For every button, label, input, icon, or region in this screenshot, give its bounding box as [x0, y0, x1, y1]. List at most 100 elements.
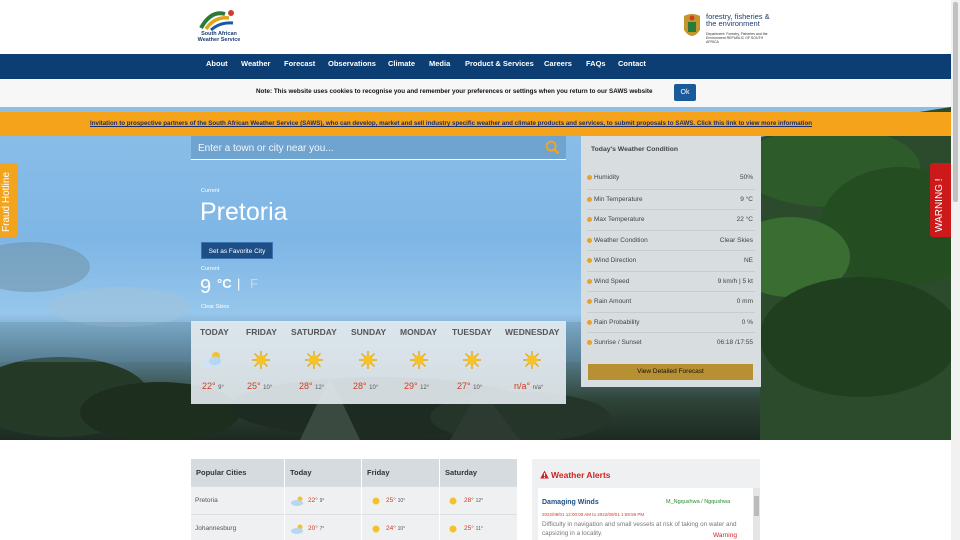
weather-alerts-title: Weather Alerts: [551, 470, 611, 480]
nav-forecast[interactable]: Forecast: [284, 54, 315, 79]
alert-name[interactable]: Damaging Winds: [542, 499, 599, 506]
temp-low: 9°: [319, 498, 325, 504]
temp-cell: 22° 9°: [308, 497, 324, 504]
temp-cell: 24° 10°: [386, 525, 405, 532]
view-detailed-forecast-button[interactable]: View Detailed Forecast: [588, 364, 753, 380]
column-divider: [439, 459, 440, 540]
dffe-logo-sub: Department: Forestry, Fisheries and the …: [706, 32, 768, 44]
thermometer-icon: [587, 217, 592, 222]
sunrise-icon: [587, 340, 592, 345]
forecast-low: n/a°: [532, 385, 544, 391]
condition-row-max-temp: Max Temperature 22 °C: [587, 209, 755, 230]
table-row[interactable]: Pretoria 22° 9° 25° 10° 28° 12°: [191, 486, 517, 514]
sun-icon: [372, 497, 380, 505]
sun-icon: [449, 525, 457, 533]
rain-icon: [587, 299, 592, 304]
forecast-day-name: FRIDAY: [246, 327, 277, 337]
temp-cell: 20° 7°: [308, 525, 324, 532]
nav-contact[interactable]: Contact: [618, 54, 646, 79]
temp-low: 10°: [397, 526, 406, 532]
current-temperature: 9: [200, 276, 212, 298]
wind-direction-icon: [587, 258, 592, 263]
warning-tab[interactable]: WARNING !: [930, 163, 951, 237]
partly-cloudy-icon: [291, 496, 303, 506]
temp-cell: 25° 11°: [464, 525, 483, 532]
search-input[interactable]: [198, 141, 528, 155]
nav-faqs[interactable]: FAQs: [586, 54, 606, 79]
condition-row-rain-probability: Rain Probability 0 %: [587, 312, 755, 333]
nav-products-services[interactable]: Product & Services: [465, 54, 534, 79]
alert-date: 2022/09/01 12:00:00 AM to 2022/09/01 1:5…: [542, 512, 645, 517]
nav-weather[interactable]: Weather: [241, 54, 270, 79]
forecast-low: 10°: [369, 385, 379, 391]
cookie-ok-button[interactable]: Ok: [674, 84, 696, 101]
current-label: Current: [201, 188, 220, 194]
set-favorite-city-button[interactable]: Set as Favorite City: [201, 242, 273, 259]
saws-logo-text: South African Weather Service: [197, 31, 241, 43]
todays-condition-title: Today's Weather Condition: [591, 146, 679, 153]
alerts-scrollbar[interactable]: [753, 488, 760, 540]
partner-banner: Invitation to prospective partners of th…: [0, 112, 951, 136]
temp-low: 10°: [397, 498, 406, 504]
city-name[interactable]: Johannesburg: [195, 525, 236, 532]
fraud-hotline-tab[interactable]: Fraud Hotline: [0, 163, 18, 237]
scrollbar-thumb[interactable]: [953, 2, 958, 202]
forecast-day-name: TODAY: [200, 327, 229, 337]
forecast-temp: 28° 12°: [299, 381, 324, 391]
condition-value: 9 km/h | 5 kt: [717, 278, 753, 285]
condition-label: Wind Speed: [594, 278, 630, 285]
dffe-logo[interactable]: forestry, fisheries & the environment De…: [680, 12, 775, 44]
forecast-high: 25°: [247, 381, 261, 391]
forecast-low: 9°: [218, 385, 224, 391]
nav-careers[interactable]: Careers: [544, 54, 572, 79]
nav-climate[interactable]: Climate: [388, 54, 415, 79]
forecast-low: 12°: [420, 385, 430, 391]
condition-value: NE: [743, 257, 753, 264]
current-temp-label: Current: [201, 266, 220, 272]
thermometer-icon: [587, 197, 592, 202]
forecast-day-name: MONDAY: [400, 327, 437, 337]
condition-value: 50%: [739, 174, 753, 181]
celsius-toggle[interactable]: °C: [217, 276, 232, 291]
table-row[interactable]: Johannesburg 20° 7° 24° 10° 25° 11°: [191, 514, 517, 540]
nav-observations[interactable]: Observations: [328, 54, 376, 79]
forecast-day-name: SUNDAY: [351, 327, 387, 337]
city-name[interactable]: Pretoria: [195, 497, 218, 504]
dffe-logo-title: forestry, fisheries & the environment: [706, 12, 770, 28]
condition-value: 0 mm: [736, 298, 753, 305]
nav-about[interactable]: About: [206, 54, 228, 79]
popular-cities-table: Popular Cities Today Friday Saturday Pre…: [191, 459, 517, 540]
sun-icon: [587, 238, 592, 243]
condition-value: 9 °C: [740, 196, 753, 203]
page-scrollbar[interactable]: [951, 0, 960, 540]
condition-row-humidity: Humidity 50%: [587, 168, 755, 189]
fahrenheit-toggle[interactable]: F: [250, 276, 258, 291]
search-icon[interactable]: [545, 140, 560, 155]
forecast-high: 28°: [353, 381, 367, 391]
wind-icon: [587, 279, 592, 284]
condition-value: Clear Skies: [719, 237, 753, 244]
forecast-low: 12°: [315, 385, 325, 391]
sun-icon: [305, 351, 323, 369]
scrollbar-thumb[interactable]: [754, 496, 759, 516]
forecast-high: 27°: [457, 381, 471, 391]
current-description: Clear Skies: [201, 304, 230, 310]
condition-label: Wind Direction: [594, 257, 637, 264]
forecast-day-name: SATURDAY: [291, 327, 337, 337]
temp-low: 7°: [319, 526, 325, 532]
partly-cloudy-icon: [291, 524, 303, 534]
saws-logo[interactable]: South African Weather Service: [193, 8, 243, 46]
temp-low: 11°: [475, 526, 483, 532]
nav-media[interactable]: Media: [429, 54, 450, 79]
forecast-temp: 27° 10°: [457, 381, 482, 391]
condition-value: 0 %: [741, 319, 753, 326]
partner-banner-link[interactable]: Invitation to prospective partners of th…: [90, 120, 812, 127]
column-divider: [284, 459, 285, 540]
current-city: Pretoria: [200, 198, 288, 226]
condition-value: 06:18 /17:55: [716, 339, 753, 346]
column-header: Popular Cities: [196, 468, 247, 477]
forecast-high: n/a°: [514, 381, 531, 391]
condition-label: Rain Probability: [594, 319, 640, 326]
condition-row-sunrise-sunset: Sunrise / Sunset 06:18 /17:55: [587, 332, 755, 353]
temp-cell: 25° 10°: [386, 497, 405, 504]
